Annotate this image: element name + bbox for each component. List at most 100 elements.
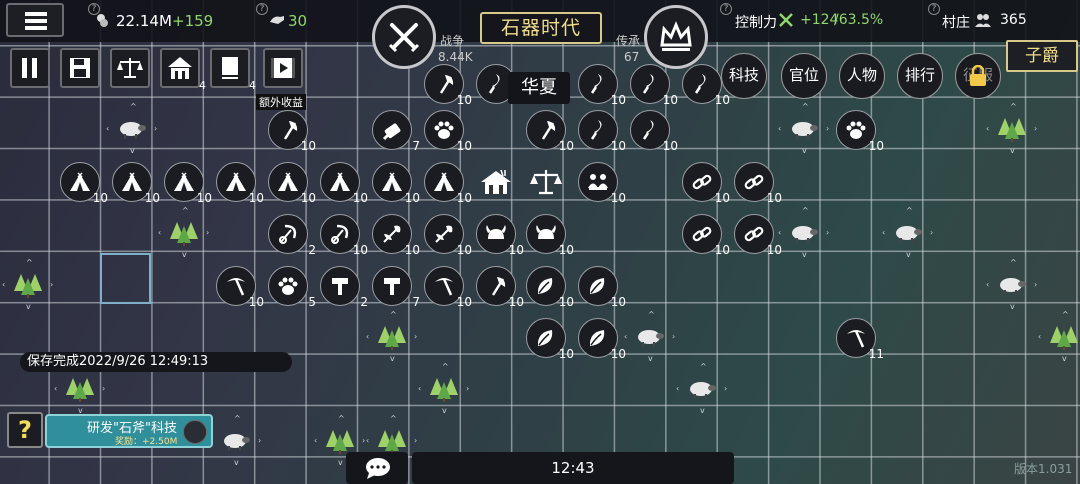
leaf-resource-tile[interactable]: 10 [578,266,626,309]
link-icon [744,174,764,190]
info-icon[interactable]: ? [928,3,940,15]
hammer-resource-tile[interactable]: 2 [320,266,368,309]
era-title[interactable]: 石器时代 [480,12,602,44]
sheep-tile[interactable]: ‹›^v [986,258,1037,311]
sickle-resource-tile[interactable]: 10 [630,110,678,153]
tree-tile[interactable]: ‹›^v [2,258,53,311]
sheep-tile[interactable]: ‹›^v [624,310,675,363]
link-resource-tile[interactable]: 10 [734,214,782,257]
people-resource-tile[interactable]: 10 [578,162,626,205]
direction-arrow-icon: › [50,280,54,289]
direction-arrow-icon: › [466,384,470,393]
tent-resource-tile[interactable]: 10 [268,162,316,205]
direction-arrow-icon: ‹ [418,384,422,393]
leaf-resource-tile[interactable]: 10 [526,318,574,361]
leaf-resource-tile[interactable]: 10 [578,318,626,361]
rank-title[interactable]: 子爵 [1006,40,1078,72]
tent-resource-tile[interactable]: 10 [372,162,420,205]
balance-button[interactable] [110,48,150,88]
tent-resource-tile[interactable]: 10 [164,162,212,205]
info-icon[interactable]: ? [256,3,268,15]
sheep-tile[interactable]: ‹›^v [676,362,727,415]
sickle-resource-tile[interactable]: 10 [682,64,730,107]
tile-count: 10 [248,191,264,205]
link-resource-tile[interactable]: 10 [734,162,782,205]
tree-tile[interactable]: ‹›^v [1038,310,1080,363]
save-button[interactable] [60,48,100,88]
hut-tile[interactable] [476,162,516,202]
chat-icon [366,458,390,479]
ranking-button[interactable]: 排行 [897,53,943,99]
tent-resource-tile[interactable]: 10 [320,162,368,205]
characters-button[interactable]: 人物 [839,53,885,99]
tech-button[interactable]: 科技 [721,53,767,99]
pickaxe-resource-tile[interactable]: 11 [836,318,884,361]
helmet-resource-tile[interactable]: 10 [476,214,524,257]
direction-arrow-icon: ‹ [882,228,886,237]
war-button[interactable] [372,5,436,69]
direction-arrow-icon: v [1062,354,1067,363]
research-task-button[interactable]: 研发"石斧"科技 奖励：+2.50M [45,414,213,448]
info-icon[interactable]: ? [720,3,732,15]
chat-button[interactable] [346,452,408,484]
tile-count: 10 [558,347,574,361]
library-button[interactable]: 4 [160,48,206,92]
paw-resource-tile[interactable]: 10 [836,110,884,153]
cleaver-resource-tile[interactable]: 7 [372,110,420,153]
pause-button[interactable] [10,48,50,88]
pickaxe-resource-tile[interactable]: 10 [424,266,472,309]
helmet-resource-tile[interactable]: 10 [526,214,574,257]
help-button[interactable]: ? [7,412,43,448]
main-menu-button[interactable] [6,3,64,37]
link-resource-tile[interactable]: 10 [682,162,730,205]
tent-resource-tile[interactable]: 10 [424,162,472,205]
tent-icon [382,172,402,191]
leaf-resource-tile[interactable]: 10 [526,266,574,309]
pickaxe-resource-tile[interactable]: 10 [216,266,264,309]
leafspear-resource-tile[interactable]: 10 [424,214,472,257]
sheep-tile[interactable]: ‹›^v [210,414,261,467]
direction-arrow-icon: ^ [906,206,913,215]
sickle-resource-tile[interactable]: 10 [630,64,678,107]
tree-tile[interactable]: ‹›^v [986,102,1037,155]
tree-tile[interactable]: ‹›^v [418,362,469,415]
paw-resource-tile[interactable]: 5 [268,266,316,309]
tile-count: 10 [508,295,524,309]
sickle-resource-tile[interactable]: 10 [578,110,626,153]
tree-tile[interactable]: ‹›^v [158,206,209,259]
axe-resource-tile[interactable]: 10 [526,110,574,153]
sheep-tile[interactable]: ‹›^v [106,102,157,155]
scale-tile[interactable] [526,162,566,202]
selected-cell[interactable] [100,253,151,304]
leafspear-resource-tile[interactable]: 10 [372,214,420,257]
video-ad-button[interactable] [263,48,303,88]
office-button[interactable]: 官位 [781,53,827,99]
tree-tile[interactable]: ‹›^v [54,362,105,415]
direction-arrow-icon: ‹ [106,124,110,133]
paw-resource-tile[interactable]: 10 [424,110,472,153]
tent-resource-tile[interactable]: 10 [60,162,108,205]
book-button[interactable]: 4 [210,48,256,92]
bow-resource-tile[interactable]: 10 [320,214,368,257]
tree-tile[interactable]: ‹›^v [366,310,417,363]
sheep-tile[interactable]: ‹›^v [778,102,829,155]
tent-icon [278,172,298,191]
sheep-tile[interactable]: ‹›^v [882,206,933,259]
direction-arrow-icon: › [362,436,366,445]
conquest-button[interactable]: 征服 [955,53,1001,99]
sheep-icon [224,434,250,451]
axe-resource-tile[interactable]: 10 [424,64,472,107]
direction-arrow-icon: v [906,250,911,259]
hammer-resource-tile[interactable]: 7 [372,266,420,309]
legacy-button[interactable] [644,5,708,69]
sheep-tile[interactable]: ‹›^v [778,206,829,259]
tent-resource-tile[interactable]: 10 [216,162,264,205]
axe-resource-tile[interactable]: 10 [476,266,524,309]
tent-resource-tile[interactable]: 10 [112,162,160,205]
paw-icon [278,277,298,295]
bow-resource-tile[interactable]: 2 [268,214,316,257]
sickle-resource-tile[interactable]: 10 [578,64,626,107]
sheep-icon [896,226,922,243]
axe-resource-tile[interactable]: 10 [268,110,316,153]
link-resource-tile[interactable]: 10 [682,214,730,257]
